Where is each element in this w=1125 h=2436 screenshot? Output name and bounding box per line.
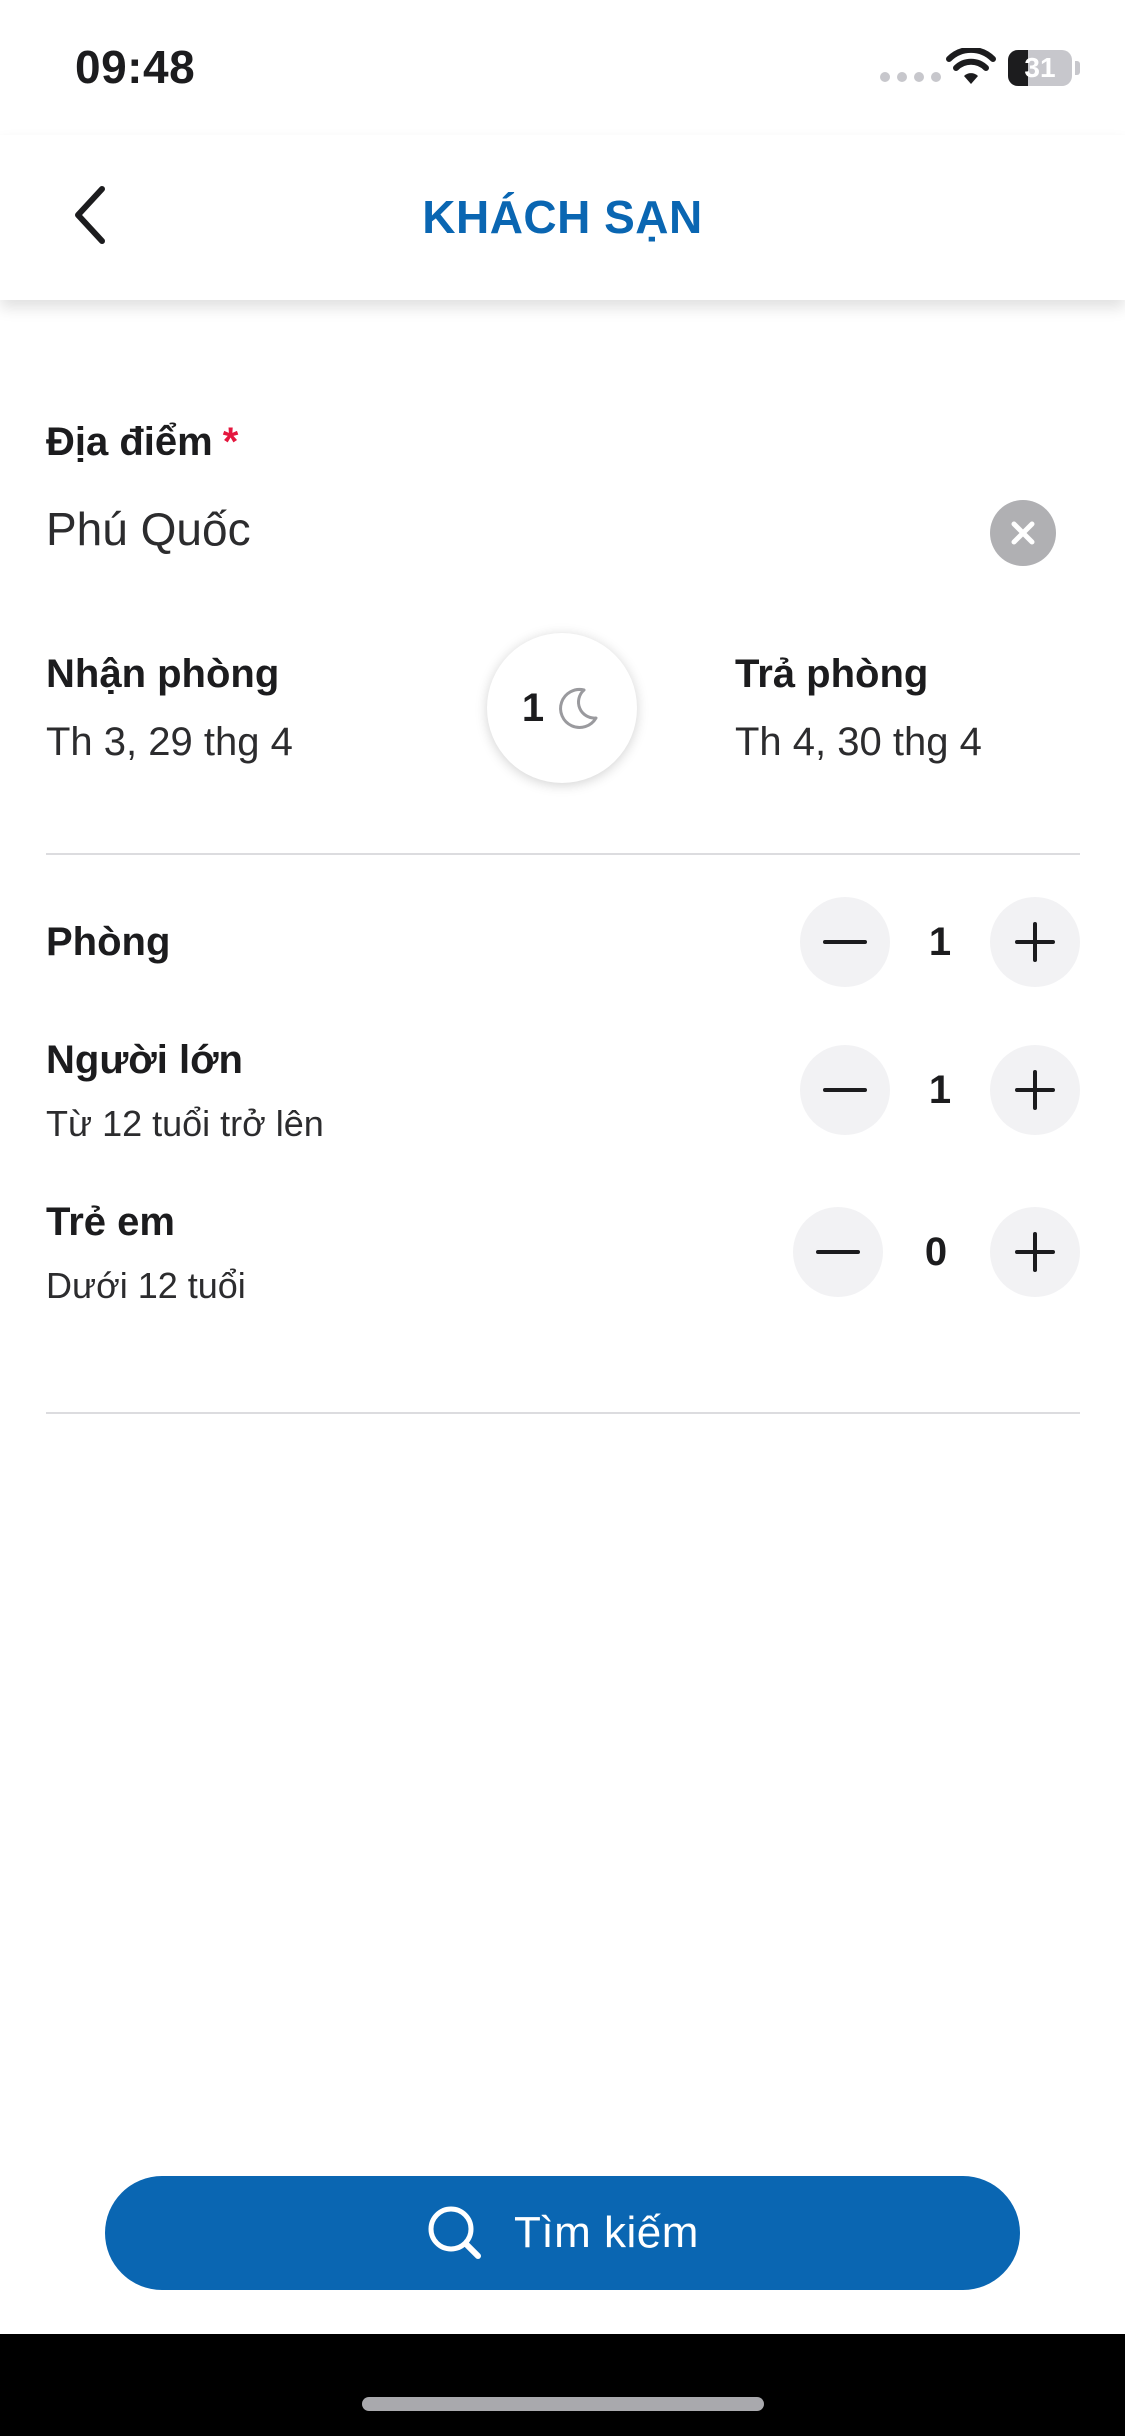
adults-label: Người lớn [46, 1038, 243, 1082]
battery-level: 31 [1024, 52, 1056, 83]
search-button[interactable]: Tìm kiếm [105, 2176, 1020, 2290]
search-button-label: Tìm kiếm [514, 2208, 699, 2257]
rooms-increase-button[interactable] [990, 897, 1080, 987]
home-indicator[interactable] [362, 2397, 764, 2411]
adults-count: 1 [928, 1068, 952, 1112]
children-sublabel: Dưới 12 tuổi [46, 1265, 246, 1306]
minus-icon [823, 940, 867, 944]
plus-icon [1015, 1232, 1055, 1272]
location-label: Địa điểm * [46, 420, 238, 465]
nights-count: 1 [521, 685, 545, 730]
plus-icon [1015, 1070, 1055, 1110]
rooms-label: Phòng [46, 920, 171, 964]
wifi-icon [946, 48, 996, 84]
page-title: KHÁCH SẠN [422, 191, 703, 243]
adults-sublabel: Từ 12 tuổi trở lên [46, 1103, 324, 1144]
nights-indicator: 1 [487, 633, 637, 783]
children-increase-button[interactable] [990, 1207, 1080, 1297]
cellular-signal-icon [880, 72, 941, 82]
children-label: Trẻ em [46, 1200, 175, 1244]
search-icon [428, 2206, 482, 2259]
checkin-date[interactable]: Th 3, 29 thg 4 [46, 720, 293, 765]
rooms-decrease-button[interactable] [800, 897, 890, 987]
battery-nub [1075, 61, 1080, 75]
plus-icon [1015, 922, 1055, 962]
moon-icon [559, 688, 598, 729]
bottom-bar [0, 2334, 1125, 2436]
location-input[interactable]: Phú Quốc [46, 502, 251, 556]
status-bar: 09:48 31 [0, 0, 1125, 135]
checkout-label: Trả phòng [735, 652, 929, 696]
battery-icon: 31 [1008, 50, 1072, 86]
checkout-date[interactable]: Th 4, 30 thg 4 [735, 720, 982, 765]
location-label-text: Địa điểm [46, 420, 213, 464]
required-mark: * [222, 420, 239, 464]
children-decrease-button[interactable] [793, 1207, 883, 1297]
minus-icon [823, 1088, 867, 1092]
close-icon [1011, 521, 1035, 545]
checkin-label: Nhận phòng [46, 652, 280, 696]
status-time: 09:48 [75, 41, 196, 93]
divider [46, 1412, 1080, 1414]
header: KHÁCH SẠN [0, 135, 1125, 300]
children-count: 0 [924, 1230, 948, 1274]
minus-icon [816, 1250, 860, 1254]
adults-decrease-button[interactable] [800, 1045, 890, 1135]
clear-location-button[interactable] [990, 500, 1056, 566]
rooms-count: 1 [928, 920, 952, 964]
adults-increase-button[interactable] [990, 1045, 1080, 1135]
divider [46, 853, 1080, 855]
